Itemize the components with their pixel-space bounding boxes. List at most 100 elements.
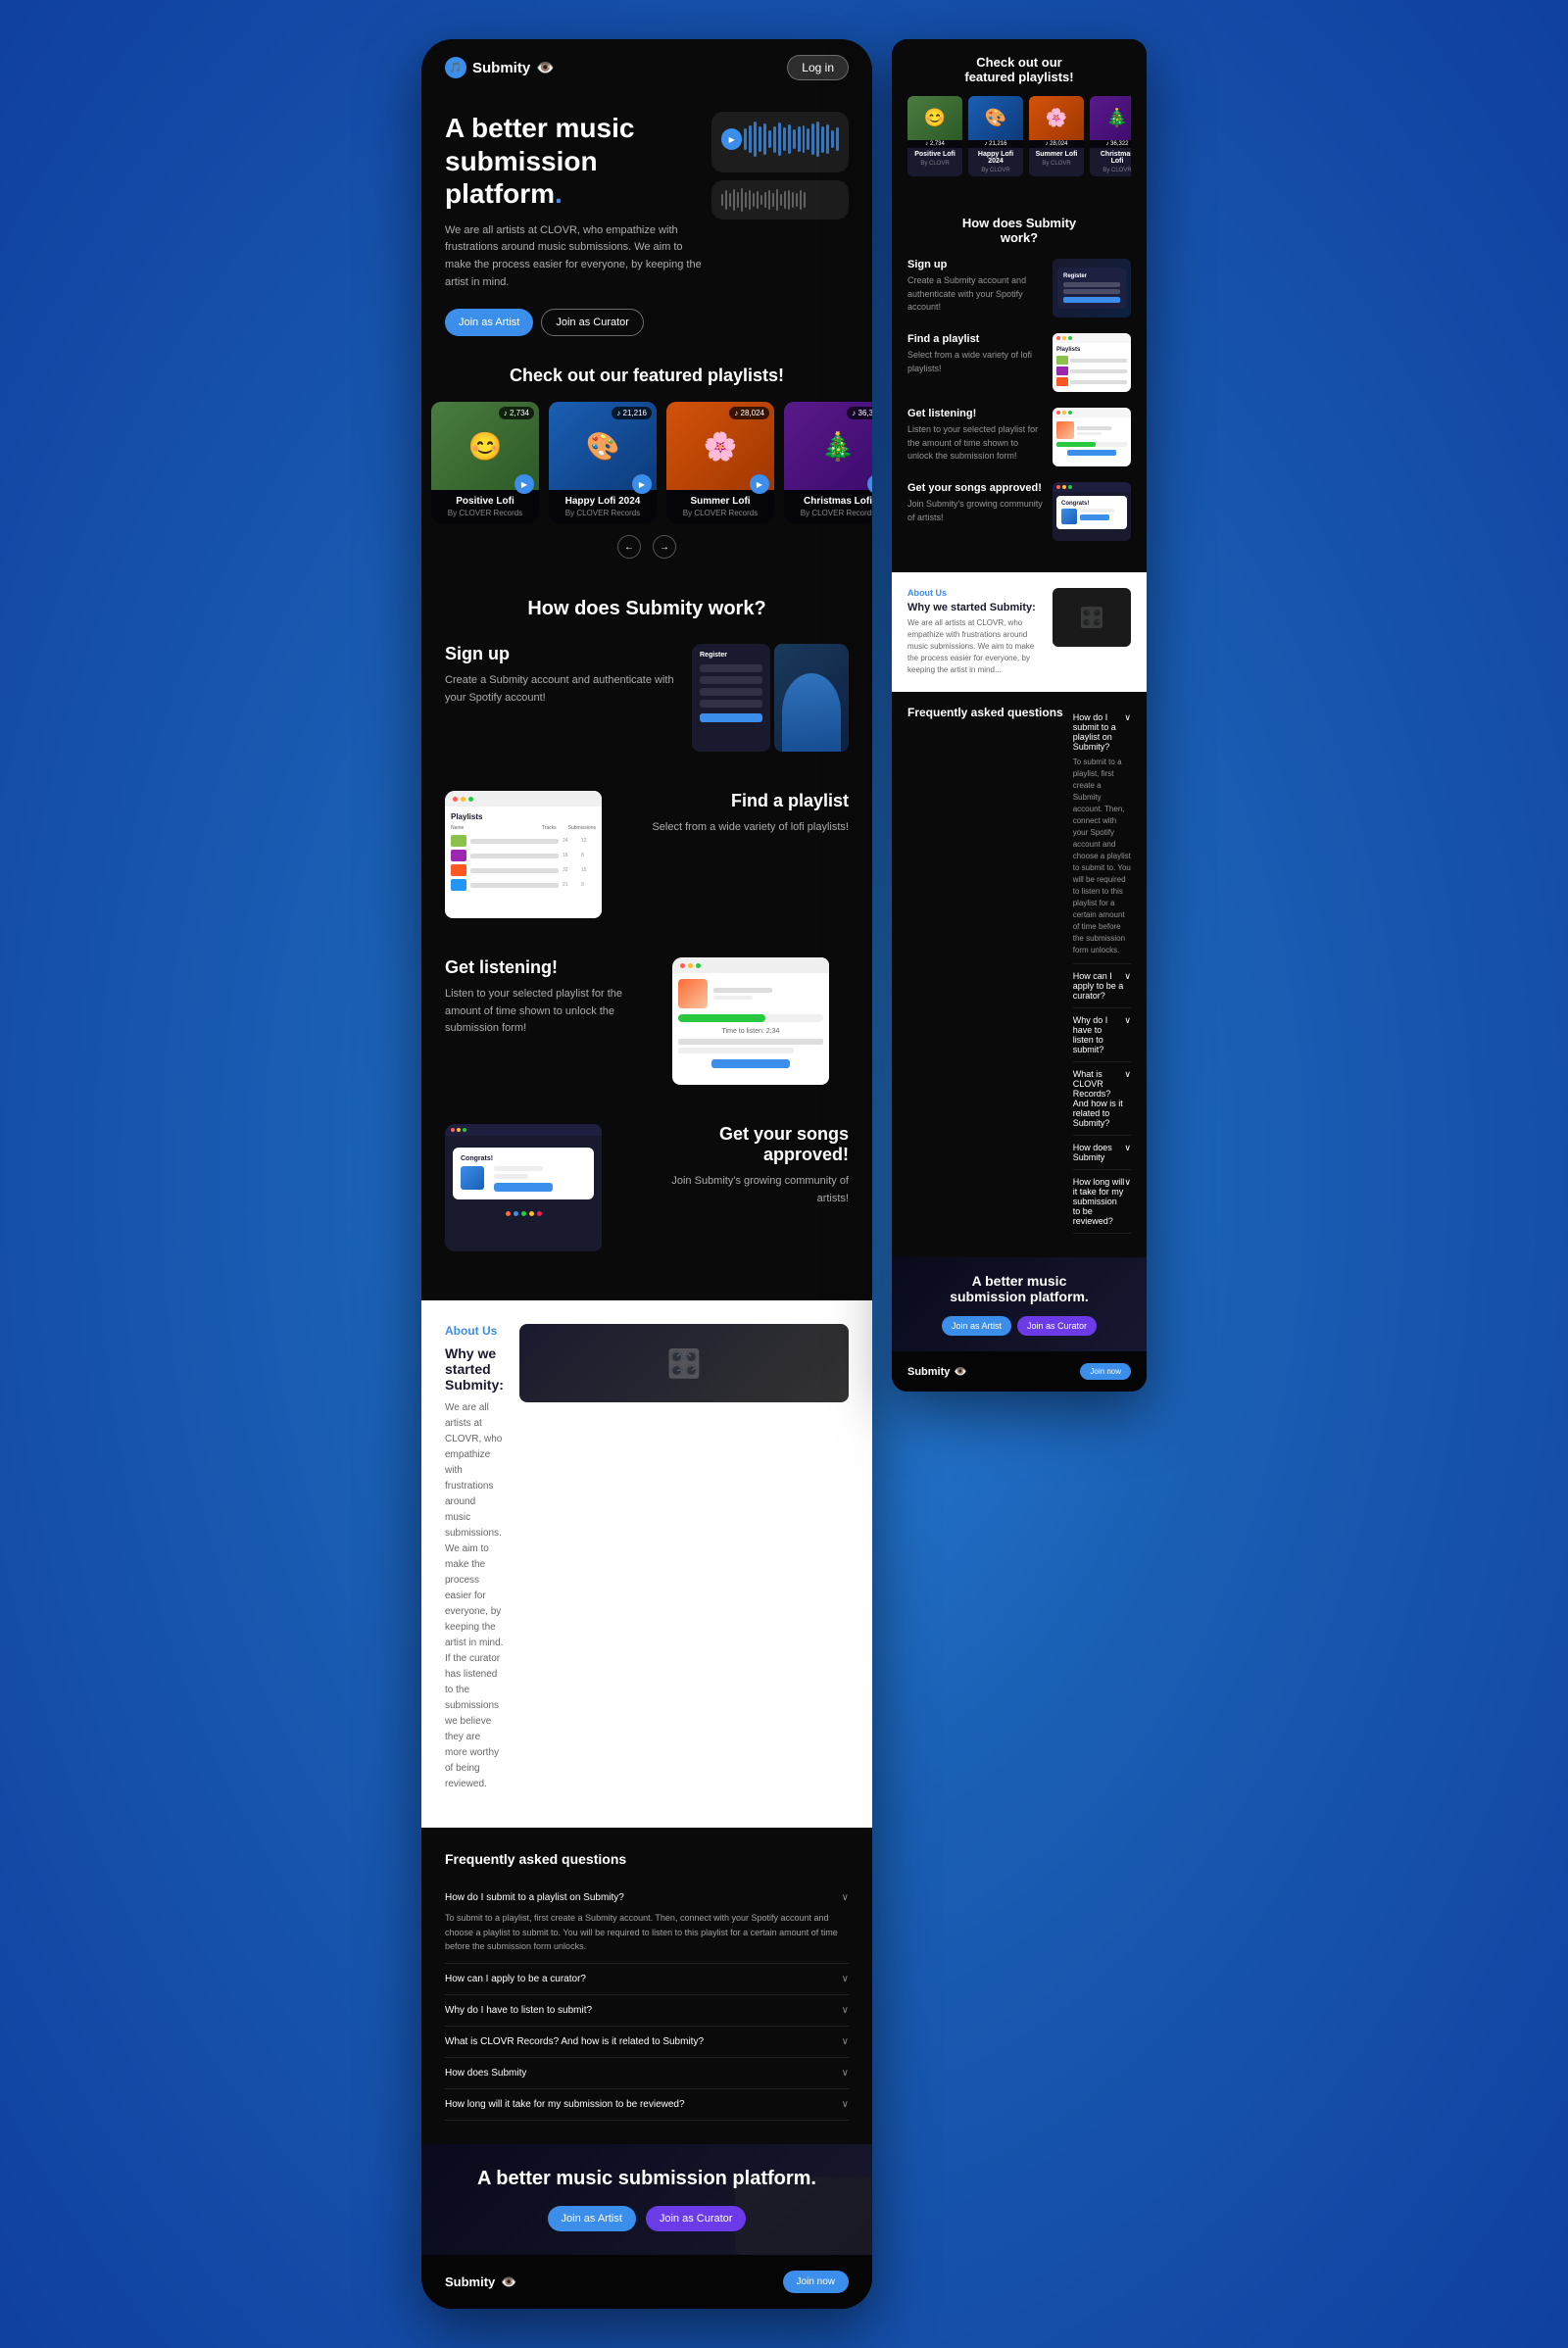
faq-item-5[interactable]: How does Submity ∨ [445, 2058, 849, 2089]
faq-a-1: To submit to a playlist, first create a … [445, 1911, 849, 1953]
waveform-widget: ▶ [711, 112, 849, 220]
cta-curator-button[interactable]: Join as Curator [646, 2206, 747, 2231]
footer-join-button[interactable]: Join now [783, 2271, 849, 2293]
about-section: About Us Why we started Submity: We are … [421, 1300, 872, 1828]
playlist-info-3: Summer Lofi By CLOVER Records [666, 490, 774, 523]
cta-artist-button[interactable]: Join as Artist [548, 2206, 636, 2231]
step-signup-desc: Create a Submity account and authenticat… [445, 672, 676, 707]
step-approved-image: Congrats! [445, 1124, 621, 1251]
step-signup-image: Register [692, 644, 849, 761]
playlist-curator-4: By CLOVER Records [792, 509, 872, 517]
faq-item-2[interactable]: How can I apply to be a curator? ∨ [445, 1964, 849, 1995]
brand-name: Submity [472, 60, 530, 76]
right-faq-item-4[interactable]: What is CLOVR Records? And how is it rel… [1073, 1062, 1131, 1136]
waveform-bars: ▶ [721, 122, 839, 157]
right-about-desc: We are all artists at CLOVR, who empathi… [907, 617, 1043, 676]
right-step-approved-img: Congrats! [1053, 482, 1131, 541]
playlist-curator-1: By CLOVER Records [439, 509, 531, 517]
right-footer-btn[interactable]: Join now [1080, 1363, 1131, 1380]
playlist-info-4: Christmas Lofi By CLOVER Records [784, 490, 872, 523]
right-faq-item-2[interactable]: How can I apply to be a curator? ∨ [1073, 964, 1131, 1008]
right-step-approved-text: Get your songs approved! Join Submity's … [907, 482, 1043, 524]
play-button[interactable]: ▶ [721, 128, 742, 150]
playlist-badge-1: ♪ 2,734 [499, 407, 534, 419]
playlist-badge-4: ♪ 36,322 [847, 407, 872, 419]
carousel-nav: ← → [421, 523, 872, 559]
step-listening-text: Get listening! Listen to your selected p… [445, 957, 657, 1038]
right-faq: Frequently asked questions How do I subm… [892, 692, 1147, 1257]
right-step-listening-text: Get listening! Listen to your selected p… [907, 408, 1043, 464]
right-about-text: About Us Why we started Submity: We are … [907, 588, 1043, 676]
cta-content: A better music submission platform. Join… [445, 2168, 849, 2231]
right-faq-item-5[interactable]: How does Submity ∨ [1073, 1136, 1131, 1170]
login-button[interactable]: Log in [787, 55, 849, 80]
right-how-title: How does Submitywork? [907, 216, 1131, 245]
navigation: 🎵 Submity 👁️ Log in [421, 39, 872, 92]
faq-chevron-3: ∨ [842, 2005, 849, 2016]
faq-item-3[interactable]: Why do I have to listen to submit? ∨ [445, 1995, 849, 2027]
carousel-prev[interactable]: ← [617, 535, 641, 559]
waveform-player: ▶ [711, 112, 849, 172]
playlist-card-1[interactable]: 😊 ♪ 2,734 ▶ Positive Lofi By CLOVER Reco… [431, 402, 539, 523]
right-cta: A better musicsubmission platform. Join … [892, 1257, 1147, 1351]
faq-item-1[interactable]: How do I submit to a playlist on Submity… [445, 1883, 849, 1964]
right-featured-title: Check out ourfeatured playlists! [907, 55, 1131, 84]
logo-icon: 🎵 [445, 57, 466, 78]
right-footer-logo: Submity 👁️ [907, 1365, 967, 1378]
faq-q-1: How do I submit to a playlist on Submity… [445, 1892, 842, 1903]
right-step-playlist-img: Playlists [1053, 333, 1131, 392]
right-pl-3[interactable]: 🌸 ♪ 28,024 Summer Lofi By CLOVR [1029, 96, 1084, 176]
right-faq-item-6[interactable]: How long will it take for my submission … [1073, 1170, 1131, 1234]
step-signup-heading: Sign up [445, 644, 676, 664]
right-step-listening-img [1053, 408, 1131, 466]
step-listening: Get listening! Listen to your selected p… [445, 957, 849, 1095]
right-faq-item-1[interactable]: How do I submit to a playlist on Submity… [1073, 706, 1131, 964]
faq-chevron-5: ∨ [842, 2068, 849, 2079]
playlist-card-2[interactable]: 🎨 ♪ 21,216 ▶ Happy Lofi 2024 By CLOVER R… [549, 402, 657, 523]
right-featured: Check out ourfeatured playlists! 😊 ♪ 2,7… [892, 39, 1147, 200]
how-title: How does Submity work? [445, 598, 849, 620]
footer-logo: Submity 👁️ [445, 2275, 516, 2290]
right-cta-curator-btn[interactable]: Join as Curator [1017, 1316, 1097, 1336]
step-playlist-image: Playlists Name Tracks Submissions 24 12 [445, 791, 621, 928]
faq-chevron-2: ∨ [842, 1974, 849, 1984]
step-playlist-desc: Select from a wide variety of lofi playl… [637, 819, 849, 837]
right-pl-4[interactable]: 🎄 ♪ 36,322 Christmas Lofi By CLOVR [1090, 96, 1131, 176]
right-cta-buttons: Join as Artist Join as Curator [907, 1316, 1131, 1336]
carousel-next[interactable]: → [653, 535, 676, 559]
right-faq-title: Frequently asked questions [907, 706, 1063, 719]
playlist-name-4: Christmas Lofi [792, 496, 872, 507]
step-approved-heading: Get your songs approved! [637, 1124, 849, 1165]
register-form: Register [692, 644, 770, 752]
faq-q-6: How long will it take for my submission … [445, 2099, 842, 2110]
right-about: About Us Why we started Submity: We are … [892, 572, 1147, 692]
hero-text: A better music submission platform. We a… [445, 112, 702, 336]
right-step-playlist-text: Find a playlist Select from a wide varie… [907, 333, 1043, 375]
playlists-mockup: Playlists Name Tracks Submissions 24 12 [445, 791, 602, 918]
playlist-info-2: Happy Lofi 2024 By CLOVER Records [549, 490, 657, 523]
join-artist-button[interactable]: Join as Artist [445, 309, 533, 336]
right-step-listening: Get listening! Listen to your selected p… [907, 408, 1131, 466]
right-cta-artist-btn[interactable]: Join as Artist [942, 1316, 1011, 1336]
faq-item-6[interactable]: How long will it take for my submission … [445, 2089, 849, 2121]
playlist-card-4[interactable]: 🎄 ♪ 36,322 ▶ Christmas Lofi By CLOVER Re… [784, 402, 872, 523]
right-pl-1[interactable]: 😊 ♪ 2,734 Positive Lofi By CLOVR [907, 96, 962, 176]
hero-title: A better music submission platform. [445, 112, 702, 211]
how-section: How does Submity work? Sign up Create a … [421, 568, 872, 1300]
about-title: Why we started Submity: [445, 1345, 504, 1393]
step-approved-desc: Join Submity's growing community of arti… [637, 1173, 849, 1207]
about-label: About Us [445, 1324, 504, 1338]
faq-item-4[interactable]: What is CLOVR Records? And how is it rel… [445, 2027, 849, 2058]
right-faq-a-1: To submit to a playlist, first create a … [1073, 757, 1131, 956]
right-step-signup-text: Sign up Create a Submity account and aut… [907, 259, 1043, 315]
join-curator-button[interactable]: Join as Curator [541, 309, 644, 336]
faq-header: Frequently asked questions [445, 1851, 849, 1867]
cta-buttons: Join as Artist Join as Curator [445, 2206, 849, 2231]
right-about-label: About Us [907, 588, 1043, 598]
right-pl-2[interactable]: 🎨 ♪ 21,216 Happy Lofi 2024 By CLOVR [968, 96, 1023, 176]
right-faq-item-3[interactable]: Why do I have to listen to submit? ∨ [1073, 1008, 1131, 1062]
right-step-approved: Get your songs approved! Join Submity's … [907, 482, 1131, 541]
playlist-name-1: Positive Lofi [439, 496, 531, 507]
faq-title: Frequently asked questions [445, 1851, 849, 1867]
playlist-card-3[interactable]: 🌸 ♪ 28,024 ▶ Summer Lofi By CLOVER Recor… [666, 402, 774, 523]
